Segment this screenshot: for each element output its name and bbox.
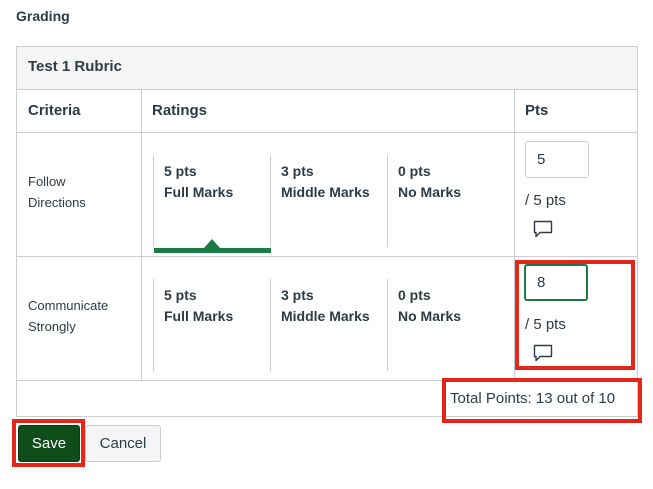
- rating-full-marks[interactable]: 5 pts Full Marks: [153, 279, 269, 371]
- rating-middle-marks[interactable]: 3 pts Middle Marks: [270, 279, 386, 371]
- section-title: Grading: [16, 8, 70, 24]
- points-possible: / 5 pts: [525, 192, 566, 209]
- column-divider: [514, 90, 515, 381]
- rating-description: Full Marks: [164, 308, 234, 324]
- rating-points: 3 pts: [281, 163, 314, 179]
- rubric-title: Test 1 Rubric: [28, 58, 122, 75]
- row-divider: [17, 256, 637, 257]
- column-divider: [141, 90, 142, 381]
- row-divider: [17, 380, 637, 381]
- rating-middle-marks[interactable]: 3 pts Middle Marks: [270, 155, 386, 247]
- points-possible: / 5 pts: [525, 316, 566, 333]
- save-button[interactable]: Save: [18, 425, 80, 462]
- cancel-button[interactable]: Cancel: [85, 425, 161, 462]
- rating-points: 5 pts: [164, 287, 197, 303]
- criteria-header: Criteria: [17, 90, 141, 133]
- rating-points: 0 pts: [398, 287, 431, 303]
- rubric-table: Test 1 Rubric Criteria Ratings Pts Follo…: [16, 46, 638, 417]
- criterion-communicate-strongly: Communicate Strongly: [28, 295, 108, 337]
- selected-indicator-arrow: [204, 239, 220, 248]
- comment-icon[interactable]: [533, 344, 553, 362]
- rating-points: 5 pts: [164, 163, 197, 179]
- selected-indicator-bar: [154, 248, 271, 253]
- criteria-header-label: Criteria: [28, 102, 81, 119]
- pts-header: Pts: [514, 90, 637, 133]
- points-input[interactable]: [524, 264, 588, 301]
- rating-description: No Marks: [398, 184, 462, 200]
- rating-points: 3 pts: [281, 287, 314, 303]
- criterion-follow-directions: Follow Directions: [28, 171, 86, 213]
- criterion-line: Communicate: [28, 298, 109, 313]
- rating-no-marks[interactable]: 0 pts No Marks: [387, 155, 503, 247]
- rating-full-marks[interactable]: 5 pts Full Marks: [153, 155, 271, 253]
- rating-description: Middle Marks: [281, 308, 370, 324]
- rating-description: Middle Marks: [281, 184, 370, 200]
- ratings-header: Ratings: [141, 90, 514, 133]
- rating-description: Full Marks: [164, 184, 234, 200]
- criterion-line: Directions: [28, 195, 86, 210]
- rating-description: No Marks: [398, 308, 462, 324]
- ratings-header-label: Ratings: [152, 102, 208, 119]
- criterion-line: Strongly: [28, 319, 76, 334]
- points-input[interactable]: [525, 141, 589, 178]
- total-points: Total Points: 13 out of 10: [450, 390, 616, 407]
- rating-no-marks[interactable]: 0 pts No Marks: [387, 279, 503, 371]
- comment-icon[interactable]: [533, 220, 553, 238]
- criterion-line: Follow: [28, 174, 66, 189]
- rubric-title-bar: Test 1 Rubric: [17, 47, 637, 90]
- rating-points: 0 pts: [398, 163, 431, 179]
- pts-header-label: Pts: [525, 102, 549, 119]
